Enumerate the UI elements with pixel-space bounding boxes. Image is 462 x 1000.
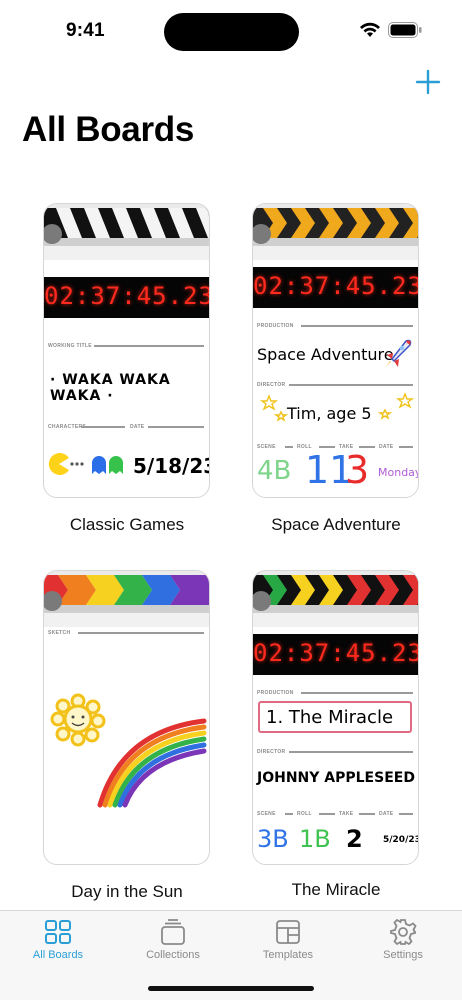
field-divider	[285, 446, 293, 448]
take-value: 2	[346, 825, 363, 853]
field-label-roll: ROLL	[297, 811, 312, 817]
board-card-space-adventure[interactable]: 02:37:45.23 PRODUCTION Space Adventure D…	[231, 203, 441, 543]
date-value: Monday	[378, 466, 419, 479]
clapper-stick-icon	[44, 204, 209, 260]
timecode-display: 02:37:45.23	[44, 277, 209, 318]
field-divider	[319, 813, 335, 815]
timecode-text: 02:37:45.23	[44, 282, 210, 310]
template-icon	[276, 920, 300, 944]
production-value: Space Adventure	[257, 345, 394, 364]
field-divider	[289, 384, 413, 386]
clapperboard[interactable]: 02:37:45.23 WORKING TITLE · WAKA WAKA WA…	[43, 203, 210, 498]
page-title: All Boards	[22, 110, 195, 149]
timecode-display: 02:37:45.23	[253, 634, 418, 675]
pacman-ghosts-icon	[48, 453, 123, 475]
rainbow-drawing-icon	[97, 718, 207, 808]
tab-label: Templates	[262, 949, 314, 961]
tab-all-boards[interactable]: All Boards	[3, 917, 113, 961]
rainbow-clapper-icon	[44, 571, 209, 627]
home-indicator	[148, 986, 314, 991]
timecode-text: 02:37:45.23	[253, 272, 419, 300]
field-label-date: DATE	[379, 444, 394, 450]
stack-icon	[161, 919, 185, 945]
tab-collections[interactable]: Collections	[118, 917, 228, 961]
gear-icon	[390, 918, 417, 946]
tab-label: Settings	[383, 949, 423, 961]
field-divider	[359, 813, 375, 815]
roll-value: 1B	[299, 825, 331, 853]
field-label-director: DIRECTOR	[257, 382, 286, 388]
date-value: 5/18/23	[133, 454, 210, 478]
field-divider	[289, 751, 413, 753]
production-value: 1. The Miracle	[258, 701, 412, 733]
take-value: 3	[345, 448, 370, 492]
field-label-sketch: SKETCH	[48, 630, 71, 636]
board-card-day-in-the-sun[interactable]: SKETCH Day in the Sun	[22, 570, 232, 910]
scene-value: 3B	[257, 825, 289, 853]
field-label-production: PRODUCTION	[257, 323, 294, 329]
status-bar: 9:41	[0, 0, 462, 60]
clapperboard[interactable]: 02:37:45.23 PRODUCTION Space Adventure D…	[252, 203, 419, 498]
board-title: Classic Games	[69, 515, 185, 534]
board-title: Day in the Sun	[71, 882, 183, 901]
field-label-production: PRODUCTION	[257, 690, 294, 696]
board-title: The Miracle	[291, 880, 381, 899]
field-label-take: TAKE	[339, 811, 354, 817]
field-label-scene: SCENE	[257, 444, 276, 450]
scene-value: 4B	[257, 456, 292, 486]
field-divider	[301, 692, 413, 694]
field-label-date: DATE	[130, 424, 145, 430]
field-divider	[81, 426, 125, 428]
clapperboard[interactable]: 02:37:45.23 PRODUCTION 1. The Miracle DI…	[252, 570, 419, 865]
grid-icon	[45, 920, 71, 944]
field-divider	[399, 813, 413, 815]
board-card-classic-games[interactable]: 02:37:45.23 WORKING TITLE · WAKA WAKA WA…	[22, 203, 232, 543]
rocket-icon	[386, 339, 412, 367]
field-divider	[94, 345, 204, 347]
color-clapper-icon	[253, 571, 418, 627]
director-value: JOHNNY APPLESEED	[257, 770, 415, 786]
status-time: 9:41	[66, 20, 105, 41]
field-divider	[399, 446, 413, 448]
field-label-working-title: WORKING TITLE	[48, 343, 92, 349]
add-board-button[interactable]	[414, 68, 442, 96]
board-title: Space Adventure	[271, 515, 401, 534]
field-divider	[285, 813, 293, 815]
field-divider	[148, 426, 204, 428]
stars-icon	[259, 392, 415, 422]
battery-icon	[388, 22, 422, 38]
tab-settings[interactable]: Settings	[348, 917, 458, 961]
wifi-icon	[360, 22, 380, 37]
timecode-text: 02:37:45.23	[253, 639, 419, 667]
field-divider	[301, 325, 413, 327]
date-value: 5/20/23	[383, 835, 419, 845]
dynamic-island	[164, 13, 299, 51]
tab-templates[interactable]: Templates	[233, 917, 343, 961]
clapper-stick-icon	[253, 204, 418, 260]
plus-icon	[415, 69, 441, 95]
field-label-date: DATE	[379, 811, 394, 817]
field-label-scene: SCENE	[257, 811, 276, 817]
tab-label: All Boards	[32, 949, 84, 961]
timecode-display: 02:37:45.23	[253, 267, 418, 308]
tab-label: Collections	[146, 949, 200, 961]
field-label-director: DIRECTOR	[257, 749, 286, 755]
field-divider	[78, 632, 204, 634]
clapperboard[interactable]: SKETCH	[43, 570, 210, 865]
board-card-the-miracle[interactable]: 02:37:45.23 PRODUCTION 1. The Miracle DI…	[231, 570, 441, 910]
working-title-value: · WAKA WAKA WAKA ·	[50, 372, 171, 404]
